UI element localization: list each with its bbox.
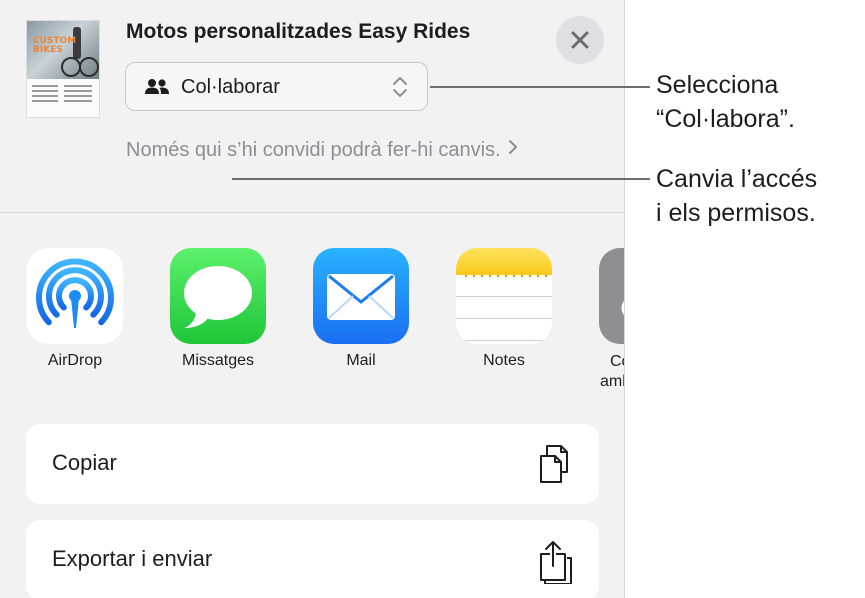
share-app-notes[interactable]: Notes	[449, 248, 559, 378]
more-app-label-line: Co	[610, 353, 624, 370]
document-thumbnail: CUSTOM BIKES	[26, 20, 100, 118]
callout-line-collaborate	[430, 86, 650, 88]
export-share-icon	[535, 540, 575, 589]
share-sheet-header: CUSTOM BIKES Motos personalitzades Easy …	[0, 0, 624, 212]
airdrop-icon	[27, 248, 123, 344]
callout-access: Canvia l’accés i els permisos.	[656, 162, 817, 230]
more-app-label-line: amb	[600, 373, 624, 390]
copy-action-row[interactable]: Copiar	[26, 424, 599, 504]
notes-icon	[456, 248, 552, 344]
collaboration-mode-select[interactable]: Col·laborar	[125, 62, 428, 111]
share-app-more[interactable]: Co amb	[592, 248, 624, 390]
share-app-mail[interactable]: Mail	[306, 248, 416, 378]
close-icon	[571, 31, 589, 49]
export-and-send-label: Exportar i enviar	[52, 546, 213, 571]
callout-collaborate-line2: “Col·labora”.	[656, 105, 795, 133]
document-title: Motos personalitzades Easy Rides	[126, 20, 471, 43]
messages-label: Missatges	[181, 352, 255, 369]
header-divider	[0, 212, 624, 213]
share-app-messages[interactable]: Missatges	[163, 248, 273, 378]
callout-access-line1: Canvia l’accés	[656, 165, 818, 193]
callout-access-line2: i els permisos.	[656, 199, 816, 227]
share-app-airdrop[interactable]: AirDrop	[20, 248, 130, 378]
callout-line-access	[232, 178, 650, 180]
notes-label: Notes	[483, 352, 525, 369]
close-button[interactable]	[556, 16, 604, 64]
access-permissions-link[interactable]: Només qui s’hi convidi podrà fer-hi canv…	[126, 136, 546, 164]
callout-collaborate: Selecciona “Col·labora”.	[656, 68, 795, 136]
access-note-text: Només qui s’hi convidi podrà fer-hi canv…	[126, 139, 501, 161]
more-app-label: Co amb	[600, 352, 624, 392]
export-and-send-row[interactable]: Exportar i enviar	[26, 520, 599, 598]
copy-icon	[539, 444, 575, 489]
copy-label: Copiar	[52, 450, 117, 475]
chevron-right-icon	[507, 135, 519, 163]
mail-icon	[313, 248, 409, 344]
airdrop-label: AirDrop	[47, 352, 103, 369]
callout-collaborate-line1: Selecciona	[656, 71, 779, 99]
thumbnail-text-lines	[32, 85, 94, 105]
thumbnail-title: CUSTOM BIKES	[33, 36, 77, 55]
messages-icon	[170, 248, 266, 344]
mail-label: Mail	[346, 352, 376, 369]
collaboration-mode-label: Col·laborar	[181, 76, 280, 98]
more-app-icon	[599, 248, 624, 344]
share-sheet: CUSTOM BIKES Motos personalitzades Easy …	[0, 0, 625, 598]
people-icon	[144, 78, 170, 101]
chevron-up-down-icon	[390, 75, 410, 104]
